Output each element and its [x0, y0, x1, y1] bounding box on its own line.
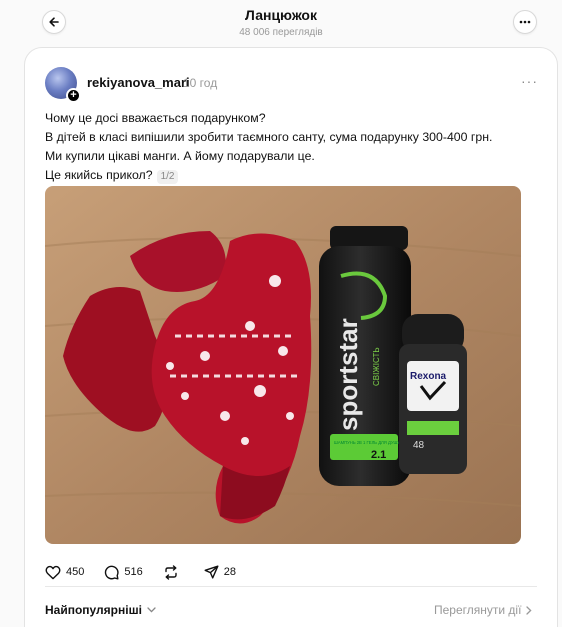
activity-label: Переглянути дії: [434, 603, 522, 617]
top-bar: Ланцюжок 48 006 переглядів: [0, 0, 562, 46]
post-line: В дітей в класі випішили зробити таємног…: [45, 130, 493, 144]
svg-text:ШАМПУНЬ 2В 1 ГЕЛЬ ДЛЯ ДУШУ: ШАМПУНЬ 2В 1 ГЕЛЬ ДЛЯ ДУШУ: [334, 440, 400, 445]
like-count: 450: [66, 566, 85, 578]
chevron-down-icon: [147, 607, 156, 613]
shampoo-bottle: sportstar СВІЖІСТЬ ШАМПУНЬ 2В 1 ГЕЛЬ ДЛЯ…: [319, 226, 411, 486]
post-text: Чому це досі вважається подарунком? В ді…: [45, 109, 545, 185]
send-icon: [204, 565, 219, 579]
post-actions: 450 516 28: [45, 562, 256, 582]
share-button[interactable]: 28: [204, 565, 236, 580]
follow-plus-icon[interactable]: +: [66, 88, 81, 103]
image-counter: 1/2: [156, 170, 179, 184]
like-button[interactable]: 450: [45, 565, 84, 580]
sort-label: Найпопулярніші: [45, 603, 142, 617]
avatar[interactable]: +: [45, 67, 81, 103]
photo-illustration: sportstar СВІЖІСТЬ ШАМПУНЬ 2В 1 ГЕЛЬ ДЛЯ…: [45, 186, 521, 544]
svg-text:2.1: 2.1: [371, 449, 386, 461]
svg-text:Rexona: Rexona: [410, 371, 447, 382]
post-card: + rekiyanova_mari 10 год ··· Чому це дос…: [24, 47, 558, 627]
sort-dropdown[interactable]: Найпопулярніші: [45, 603, 156, 617]
post-more-icon[interactable]: ···: [521, 73, 538, 89]
post-line: Ми купили цікаві манги. А йому подарувал…: [45, 149, 315, 163]
post-time: 10 год: [183, 76, 218, 90]
more-horizontal-icon: [519, 20, 531, 24]
deodorant: Rexona 48: [399, 314, 467, 474]
title-block: Ланцюжок 48 006 переглядів: [0, 7, 562, 39]
view-count: 48 006 переглядів: [239, 27, 323, 38]
svg-text:СВІЖІСТЬ: СВІЖІСТЬ: [372, 347, 381, 386]
heart-icon: [45, 565, 61, 579]
more-options-button[interactable]: [513, 10, 537, 34]
svg-text:48: 48: [413, 440, 425, 451]
share-count: 28: [223, 566, 236, 578]
comment-icon: [105, 565, 119, 579]
repost-icon: [165, 564, 177, 580]
comment-count: 516: [124, 566, 143, 578]
post-line: Чому це досі вважається подарунком?: [45, 111, 266, 125]
svg-text:sportstar: sportstar: [333, 318, 363, 431]
chevron-right-icon: [526, 605, 532, 615]
repost-button[interactable]: [163, 564, 184, 580]
post-username[interactable]: rekiyanova_mari: [87, 75, 190, 90]
post-photo[interactable]: sportstar СВІЖІСТЬ ШАМПУНЬ 2В 1 ГЕЛЬ ДЛЯ…: [45, 186, 521, 544]
comment-button[interactable]: 516: [104, 565, 143, 580]
post-line: Це якийсь прикол?: [45, 168, 153, 182]
page-title: Ланцюжок: [245, 7, 317, 23]
divider: [45, 586, 537, 587]
view-activity-link[interactable]: Переглянути дії: [434, 603, 532, 617]
